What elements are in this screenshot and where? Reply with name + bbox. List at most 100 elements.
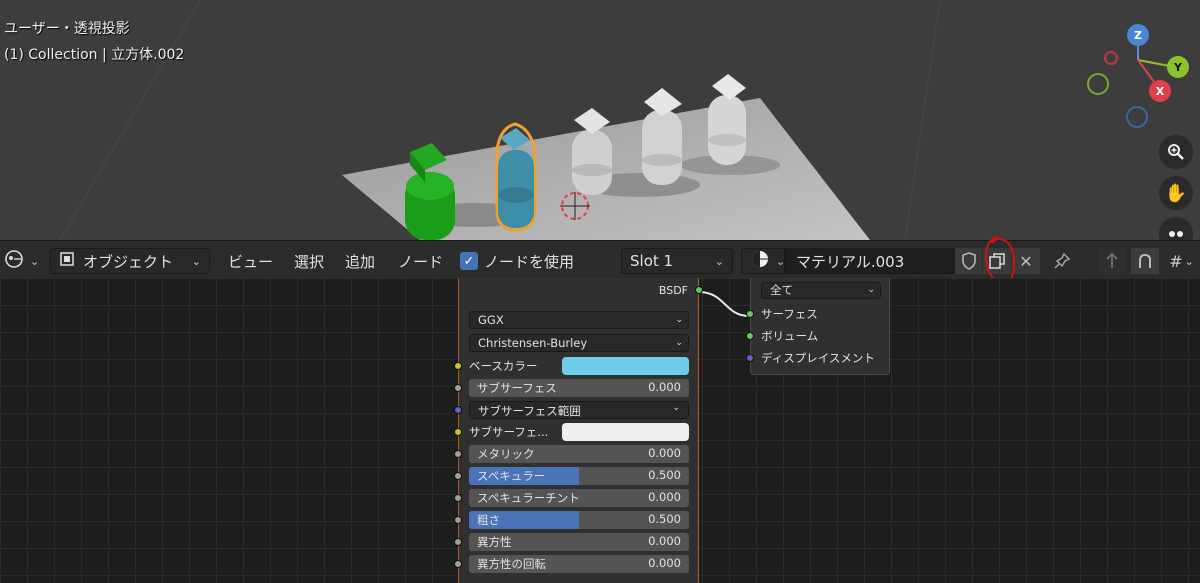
color-swatch[interactable] [562, 357, 689, 375]
input-socket[interactable] [454, 560, 462, 568]
color-property[interactable]: ベースカラー [469, 357, 689, 375]
value-slider[interactable]: 異方性 0.000 [469, 533, 689, 551]
property-label: スペキュラー [477, 469, 546, 483]
input-socket[interactable] [454, 516, 462, 524]
property-label: サブサーフェス範囲 [478, 404, 581, 418]
distribution-value: GGX [478, 313, 504, 327]
input-socket[interactable] [454, 362, 462, 370]
chevron-down-icon: ⌄ [30, 254, 40, 268]
zoom-icon[interactable] [1159, 135, 1193, 169]
input-socket[interactable] [454, 450, 462, 458]
gizmo-z-axis[interactable]: Z [1127, 24, 1149, 46]
value-slider[interactable]: スペキュラーチント 0.000 [469, 489, 689, 507]
subsurface-method-dropdown[interactable]: Christensen-Burley ⌄ [469, 334, 689, 352]
output-input-label: サーフェス [761, 307, 818, 321]
property-label: スペキュラーチント [477, 491, 580, 505]
property-label: ベースカラー [469, 359, 538, 373]
chevron-down-icon: ⌄ [672, 403, 680, 413]
slot-select-label: Slot 1 [630, 252, 674, 270]
input-socket[interactable] [454, 428, 462, 436]
property-label: 異方性 [477, 535, 512, 549]
input-socket[interactable] [746, 332, 754, 340]
gizmo-x-axis[interactable]: X [1149, 80, 1171, 102]
menu-view[interactable]: ビュー [224, 248, 277, 274]
input-socket[interactable] [454, 472, 462, 480]
chevron-down-icon: ⌄ [191, 254, 201, 268]
mode-select-label: オブジェクト [83, 252, 174, 271]
menu-add[interactable]: 追加 [341, 248, 379, 274]
parent-icon[interactable] [1098, 248, 1126, 274]
property-label: サブサーフェ... [469, 425, 549, 439]
menu-node[interactable]: ノード [394, 248, 447, 274]
value-slider[interactable]: 異方性の回転 0.000 [469, 555, 689, 573]
material-name-field[interactable]: マテリアル.003 [785, 248, 955, 274]
value-slider[interactable]: スペキュラー 0.500 [469, 467, 689, 485]
chevron-down-icon: ⌄ [714, 254, 724, 268]
gizmo-y-axis[interactable]: Y [1167, 56, 1189, 78]
mode-select[interactable]: オブジェクト ⌄ [50, 248, 210, 274]
chevron-down-icon: ⌄ [675, 338, 683, 348]
collection-info: (1) Collection | 立方体.002 [4, 47, 185, 63]
property-value: 0.500 [648, 512, 681, 526]
checkbox-checked-icon[interactable]: ✓ [460, 252, 478, 270]
pin-icon[interactable] [1048, 248, 1076, 274]
gizmo-neg-z-axis[interactable] [1126, 106, 1148, 128]
value-slider[interactable]: メタリック 0.000 [469, 445, 689, 463]
dropdown-property[interactable]: サブサーフェス範囲 ⌄ [469, 401, 689, 419]
material-browse-button[interactable]: ⌄ [741, 248, 785, 274]
property-value: 0.000 [648, 490, 681, 504]
grey-object-1 [572, 108, 612, 195]
output-target-value: 全て [770, 283, 793, 297]
node-editor-canvas[interactable]: BSDF GGX ⌄ Christensen-Burley ⌄ ベースカラー サブ… [0, 278, 1200, 583]
chevron-down-icon: ⌄ [776, 254, 786, 268]
property-value: 0.500 [648, 468, 681, 482]
input-socket[interactable] [746, 310, 754, 318]
principled-bsdf-node[interactable]: BSDF GGX ⌄ Christensen-Burley ⌄ ベースカラー サブ… [454, 278, 703, 583]
node-editor-header: ⌄ オブジェクト ⌄ ビュー 選択 追加 ノード ✓ ノードを使用 Slot 1… [0, 236, 1200, 285]
input-socket[interactable] [454, 406, 462, 414]
hand-icon[interactable]: ✋ [1159, 176, 1193, 210]
material-sphere-icon [750, 249, 770, 273]
output-input-label: ディスプレイスメント [761, 351, 875, 365]
value-slider[interactable]: 粗さ 0.500 [469, 511, 689, 529]
editor-type-selector[interactable]: ⌄ [4, 248, 39, 274]
property-value: 0.000 [648, 446, 681, 460]
slot-select[interactable]: Slot 1 ⌄ [621, 248, 733, 274]
subsurface-method-value: Christensen-Burley [478, 336, 588, 350]
3d-viewport[interactable]: ユーザー・透視投影 (1) Collection | 立方体.002 Z Y X… [0, 0, 1200, 240]
selected-blue-object [495, 122, 537, 232]
use-nodes-toggle[interactable]: ✓ ノードを使用 [460, 248, 574, 274]
color-swatch[interactable] [562, 423, 689, 441]
menu-select[interactable]: 選択 [290, 248, 328, 274]
property-value: 0.000 [648, 534, 681, 548]
input-socket[interactable] [454, 494, 462, 502]
gizmo-neg-x-axis[interactable] [1104, 51, 1118, 65]
value-slider[interactable]: サブサーフェス 0.000 [469, 379, 689, 397]
grey-object-3 [708, 74, 746, 165]
grid-icon[interactable]: # ⌄ [1163, 248, 1200, 274]
bsdf-output-label: BSDF [658, 284, 688, 297]
property-label: 異方性の回転 [477, 557, 546, 571]
material-name: マテリアル.003 [796, 252, 905, 271]
use-nodes-label: ノードを使用 [484, 252, 575, 271]
grey-object-2 [642, 88, 682, 185]
property-label: メタリック [477, 447, 535, 461]
gizmo-neg-y-axis[interactable] [1087, 73, 1109, 95]
input-socket[interactable] [454, 384, 462, 392]
material-output-node[interactable]: 全て ⌄ サーフェスボリュームディスプレイスメント [746, 278, 890, 375]
distribution-dropdown[interactable]: GGX ⌄ [469, 311, 689, 329]
node-editor-icon [4, 249, 24, 273]
output-target-dropdown[interactable]: 全て ⌄ [761, 282, 881, 299]
snap-icon[interactable] [1131, 248, 1159, 274]
property-label: 粗さ [477, 513, 500, 527]
input-socket[interactable] [746, 354, 754, 362]
chevron-down-icon: ⌄ [867, 285, 875, 295]
property-value: 0.000 [648, 556, 681, 570]
bsdf-output-socket[interactable] [695, 286, 703, 294]
input-socket[interactable] [454, 538, 462, 546]
color-property[interactable]: サブサーフェ... [469, 423, 689, 441]
output-input-label: ボリューム [761, 329, 819, 343]
viewport-scene [59, 0, 1176, 240]
view-name: ユーザー・透視投影 [4, 21, 130, 37]
chevron-down-icon: ⌄ [675, 315, 683, 325]
